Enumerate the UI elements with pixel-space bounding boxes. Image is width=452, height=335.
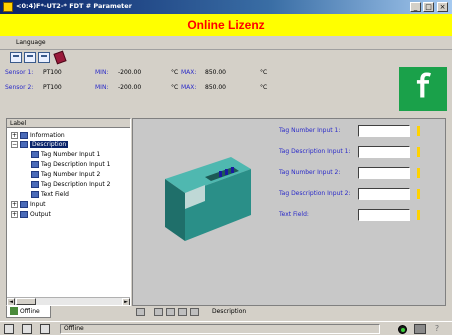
sensor-min-label: MIN:: [95, 69, 109, 76]
toolbar: [0, 50, 452, 66]
expand-icon[interactable]: +: [11, 211, 18, 218]
tag-number-input-1-field[interactable]: [358, 125, 410, 137]
monitor-icon[interactable]: [40, 324, 50, 334]
help-icon[interactable]: ?: [431, 324, 443, 334]
connect-icon[interactable]: [4, 324, 14, 334]
home-icon[interactable]: [136, 308, 145, 316]
folder-icon: [20, 132, 28, 139]
folder-icon: [20, 141, 28, 148]
print-icon[interactable]: [414, 324, 426, 334]
scroll-left-button[interactable]: ◄: [7, 298, 15, 305]
parameter-icon: [31, 171, 39, 178]
sensor-min-value: -200.00: [118, 69, 142, 76]
window-title: <0:4)F*-UT2-* FDT # Parameter: [16, 2, 132, 10]
expand-icon[interactable]: +: [11, 201, 18, 208]
tab-offline-label: Offline: [20, 308, 40, 315]
parameter-icon: [31, 191, 39, 198]
status-bar: Offline ?: [0, 321, 452, 335]
sensor-type: PT100: [43, 84, 62, 91]
field-label-tag-description-input-1: Tag Description Input 1:: [279, 148, 351, 155]
field-status-marker: [417, 210, 420, 220]
title-bar[interactable]: <0:4)F*-UT2-* FDT # Parameter _ □ ×: [0, 0, 452, 14]
status-text: Offline: [60, 324, 380, 334]
field-status-marker: [417, 126, 420, 136]
field-label-tag-description-input-2: Tag Description Input 2:: [279, 190, 351, 197]
offline-tab-icon: [10, 307, 18, 315]
scroll-thumb[interactable]: [16, 298, 36, 305]
parameter-icon: [31, 181, 39, 188]
sensor-type: PT100: [43, 69, 62, 76]
content-nav-bar: Description: [132, 306, 446, 318]
tree-item-description[interactable]: − Description: [11, 140, 69, 149]
field-status-marker: [417, 189, 420, 199]
sensor-max-unit: °C: [260, 69, 268, 76]
view-list-icon[interactable]: [10, 52, 22, 63]
navigation-tree: Label + Information − Description Tag Numb…: [6, 118, 131, 306]
sensor-max-unit: °C: [260, 84, 268, 91]
tree-item-tag-number-input-2[interactable]: Tag Number Input 2: [31, 170, 100, 179]
text-field-input[interactable]: [358, 209, 410, 221]
tree-item-tag-description-input-2[interactable]: Tag Description Input 2: [31, 180, 110, 189]
previous-page-icon[interactable]: [166, 308, 175, 316]
first-page-icon[interactable]: [154, 308, 163, 316]
sensor-max-value: 850.00: [205, 84, 226, 91]
sensor-min-unit: °C: [171, 84, 179, 91]
tree-item-tag-number-input-1[interactable]: Tag Number Input 1: [31, 150, 100, 159]
tag-description-input-1-field[interactable]: [358, 146, 410, 158]
connection-status-led: [398, 325, 407, 334]
license-banner-text: Online Lizenz: [187, 18, 265, 32]
manual-book-icon[interactable]: [53, 50, 67, 65]
license-banner: Online Lizenz: [0, 14, 452, 36]
field-label-tag-number-input-1: Tag Number Input 1:: [279, 127, 341, 134]
tag-description-input-2-field[interactable]: [358, 188, 410, 200]
collapse-icon[interactable]: −: [11, 141, 18, 148]
maximize-button[interactable]: □: [423, 2, 434, 12]
tab-offline[interactable]: Offline: [6, 306, 51, 318]
parameter-panel: Tag Number Input 1: Tag Description Inpu…: [132, 118, 446, 306]
sensor-min-unit: °C: [171, 69, 179, 76]
field-label-text-field: Text Field:: [279, 211, 309, 218]
sensor-label: Sensor 1:: [5, 69, 34, 76]
current-section-label: Description: [212, 308, 247, 315]
folder-icon: [20, 201, 28, 208]
brand-logo: ꬵ: [399, 67, 447, 111]
sensor-max-label: MAX:: [181, 84, 197, 91]
tree-header: Label: [7, 119, 130, 128]
sensor-label: Sensor 2:: [5, 84, 34, 91]
next-page-icon[interactable]: [178, 308, 187, 316]
brand-logo-glyph: ꬵ: [417, 70, 429, 107]
device-icon[interactable]: [22, 324, 32, 334]
minimize-button[interactable]: _: [410, 2, 421, 12]
tree-horizontal-scrollbar[interactable]: ◄ ►: [7, 297, 130, 305]
field-status-marker: [417, 147, 420, 157]
field-label-tag-number-input-2: Tag Number Input 2:: [279, 169, 341, 176]
tag-number-input-2-field[interactable]: [358, 167, 410, 179]
scroll-right-button[interactable]: ►: [122, 298, 130, 305]
sensor-min-label: MIN:: [95, 84, 109, 91]
close-button[interactable]: ×: [437, 2, 448, 12]
tree-item-tag-description-input-1[interactable]: Tag Description Input 1: [31, 160, 110, 169]
device-image: [165, 157, 251, 241]
tree-item-output[interactable]: + Output: [11, 210, 51, 219]
parameter-icon: [31, 151, 39, 158]
sensor-max-label: MAX:: [181, 69, 197, 76]
menu-language[interactable]: Language: [16, 39, 46, 46]
tree-item-input[interactable]: + Input: [11, 200, 46, 209]
app-icon: [3, 2, 13, 12]
menu-bar: Language: [0, 36, 452, 50]
last-page-icon[interactable]: [190, 308, 199, 316]
field-status-marker: [417, 168, 420, 178]
tree-item-text-field[interactable]: Text Field: [31, 190, 69, 199]
view-table-icon[interactable]: [24, 52, 36, 63]
sensor-max-value: 850.00: [205, 69, 226, 76]
expand-icon[interactable]: +: [11, 132, 18, 139]
sensor-min-value: -200.00: [118, 84, 142, 91]
view-detail-icon[interactable]: [38, 52, 50, 63]
tree-item-information[interactable]: + Information: [11, 131, 65, 140]
parameter-icon: [31, 161, 39, 168]
folder-icon: [20, 211, 28, 218]
